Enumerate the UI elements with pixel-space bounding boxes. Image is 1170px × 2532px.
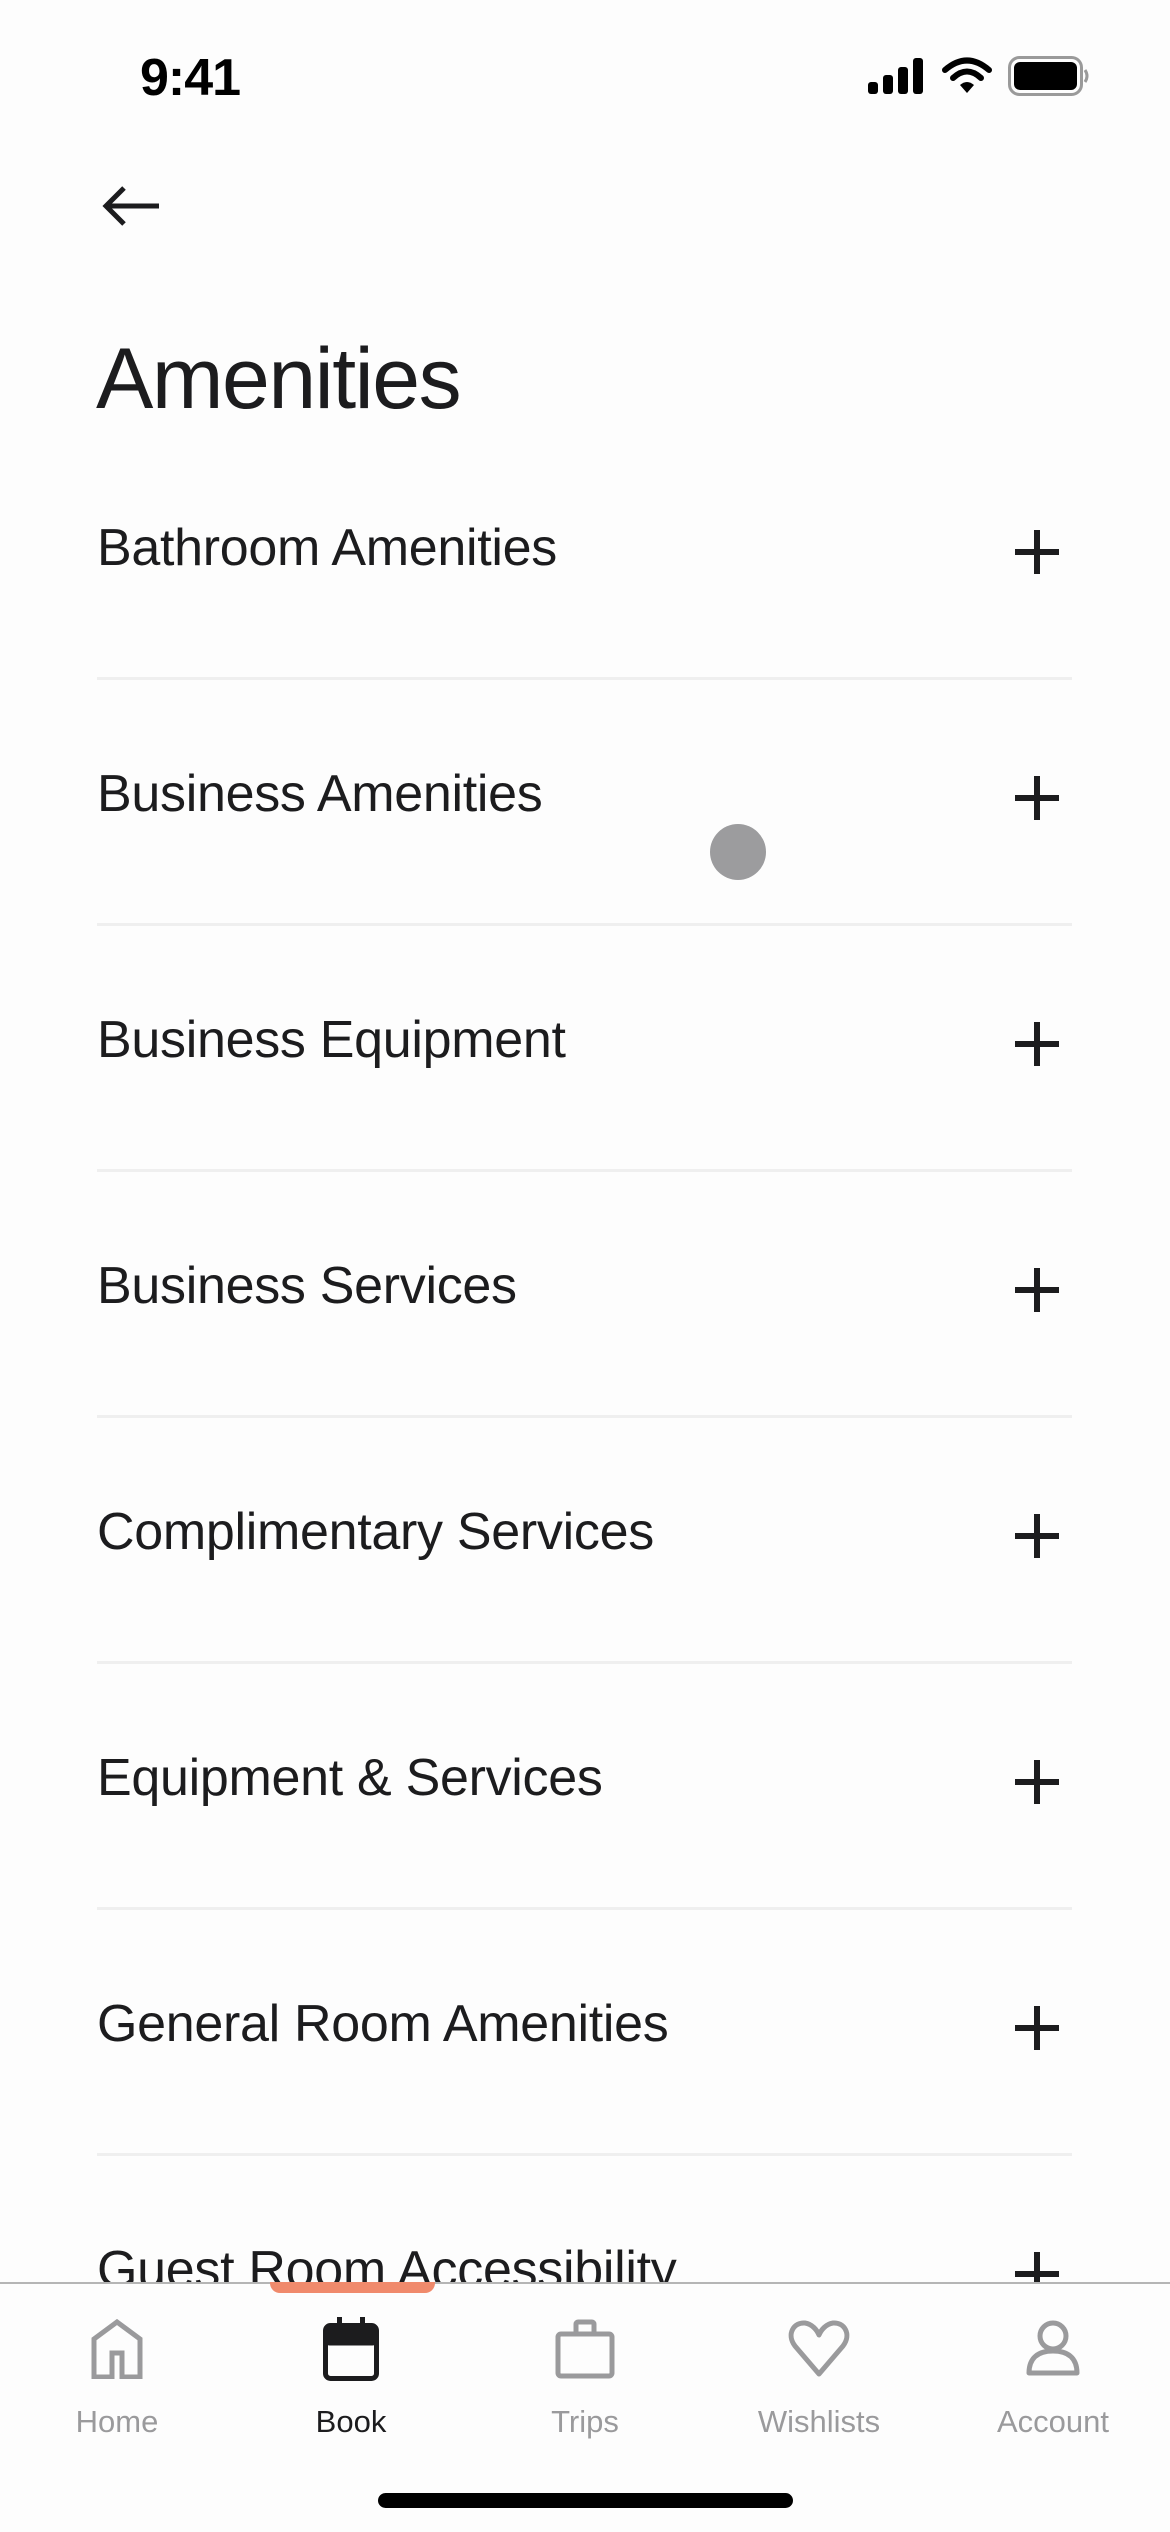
amenity-category-item[interactable]: Business Equipment xyxy=(97,926,1072,1172)
tab-label: Book xyxy=(315,2404,387,2439)
amenity-category-item[interactable]: Bathroom Amenities xyxy=(97,434,1072,680)
amenity-category-label: Business Services xyxy=(97,1256,517,1315)
touch-indicator xyxy=(710,824,766,880)
status-icons xyxy=(868,55,1090,101)
plus-icon[interactable] xyxy=(1007,1014,1067,1074)
amenity-category-item[interactable]: Business Services xyxy=(97,1172,1072,1418)
page-title: Amenities xyxy=(96,331,462,427)
amenity-category-item[interactable]: Equipment & Services xyxy=(97,1664,1072,1910)
status-time: 9:41 xyxy=(140,49,241,107)
amenity-category-item[interactable]: Business Amenities xyxy=(97,680,1072,926)
battery-icon xyxy=(1008,55,1090,101)
amenity-category-item[interactable]: Complimentary Services xyxy=(97,1418,1072,1664)
plus-icon[interactable] xyxy=(1007,1998,1067,2058)
plus-icon[interactable] xyxy=(1007,1752,1067,1812)
plus-icon[interactable] xyxy=(1007,522,1067,582)
amenity-category-label: Complimentary Services xyxy=(97,1502,654,1561)
amenity-category-label: Business Equipment xyxy=(97,1010,566,1069)
person-icon xyxy=(1018,2314,1088,2384)
suitcase-icon xyxy=(550,2314,620,2384)
amenity-category-list: Bathroom Amenities Business Amenities Bu… xyxy=(97,434,1072,2282)
tab-label: Home xyxy=(75,2404,159,2439)
back-button[interactable] xyxy=(96,180,168,236)
tab-label: Wishlists xyxy=(757,2404,881,2439)
tab-label: Trips xyxy=(551,2404,619,2439)
amenity-category-label: Guest Room Accessibility xyxy=(97,2240,677,2283)
amenity-category-item[interactable]: General Room Amenities xyxy=(97,1910,1072,2156)
status-bar: 9:41 xyxy=(0,0,1170,150)
plus-icon[interactable] xyxy=(1007,2244,1067,2282)
amenity-category-item[interactable]: Guest Room Accessibility xyxy=(97,2156,1072,2282)
tab-trips[interactable]: Trips xyxy=(468,2284,702,2464)
amenity-list-scroll-area[interactable]: Bathroom Amenities Business Amenities Bu… xyxy=(0,434,1170,2282)
tab-wishlists[interactable]: Wishlists xyxy=(702,2284,936,2464)
calendar-icon xyxy=(316,2314,386,2384)
amenity-category-label: Equipment & Services xyxy=(97,1748,603,1807)
plus-icon[interactable] xyxy=(1007,768,1067,828)
amenity-category-label: Business Amenities xyxy=(97,764,543,823)
wifi-icon xyxy=(942,57,992,100)
tab-home[interactable]: Home xyxy=(0,2284,234,2464)
tab-account[interactable]: Account xyxy=(936,2284,1170,2464)
home-indicator[interactable] xyxy=(378,2493,793,2508)
tab-book[interactable]: Book xyxy=(234,2284,468,2464)
amenity-category-label: General Room Amenities xyxy=(97,1994,669,2053)
amenity-category-label: Bathroom Amenities xyxy=(97,518,557,577)
arrow-left-icon xyxy=(102,184,162,233)
plus-icon[interactable] xyxy=(1007,1506,1067,1566)
cellular-signal-icon xyxy=(868,57,926,99)
home-icon xyxy=(82,2314,152,2384)
heart-icon xyxy=(784,2314,854,2384)
plus-icon[interactable] xyxy=(1007,1260,1067,1320)
tab-label: Account xyxy=(996,2404,1109,2439)
